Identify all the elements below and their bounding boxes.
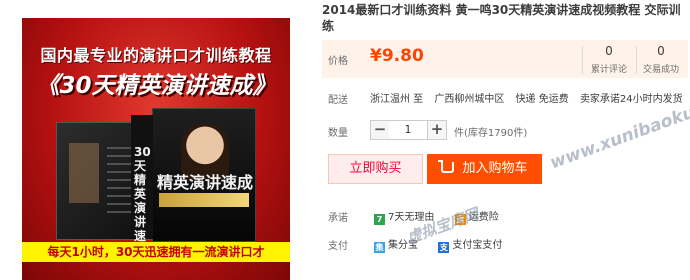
quantity-input[interactable]: 1 <box>389 120 427 140</box>
payment-label: 支付 <box>328 241 348 252</box>
quantity-label: 数量 <box>328 128 348 139</box>
commitment-label: 承诺 <box>328 213 348 224</box>
delivery-promise: 卖家承诺24小时内发货 <box>579 94 683 105</box>
add-to-cart-label: 加入购物车 <box>462 161 528 176</box>
box-cover-text: 精英演讲速成 <box>157 173 254 192</box>
stock-text: 件(库存1790件) <box>454 128 528 139</box>
ship-from: 浙江温州 至 <box>370 94 424 105</box>
dvd-box-front: 30天精英演讲速成 精英演讲速成 <box>131 108 256 257</box>
jifenbao-icon: 集 <box>374 242 385 253</box>
payment-item[interactable]: 支付宝支付 <box>452 240 502 251</box>
shipping-method: 快递 免运费 <box>515 94 569 105</box>
product-main-image[interactable]: 国内最专业的演讲口才训练教程 《30天精英演讲速成》 30天精英演讲速成 精英演… <box>22 18 290 280</box>
box-spine-text: 30天精英演讲速成 <box>134 145 151 257</box>
alipay-icon: 支 <box>438 242 450 253</box>
image-bottom-slogan: 每天1小时，30天迅速拥有一流演讲口才 <box>22 242 290 262</box>
dvd-box-illustration: 30天精英演讲速成 精英演讲速成 <box>56 108 256 257</box>
product-title[interactable]: 2014最新口才训练资料 黄一鸣30天精英演讲速成视频教程 交际训练 <box>322 2 690 34</box>
sales-count: 0 交易成功 <box>642 44 679 75</box>
price-label: 价格 <box>328 56 348 67</box>
product-image-gallery[interactable]: 国内最专业的演讲口才训练教程 《30天精英演讲速成》 30天精英演讲速成 精英演… <box>0 0 300 280</box>
shipping-label: 配送 <box>328 95 348 106</box>
increase-quantity-button[interactable]: + <box>427 120 447 140</box>
cart-icon <box>438 160 455 173</box>
buy-now-button[interactable]: 立即购买 <box>328 154 423 184</box>
decrease-quantity-button[interactable]: − <box>370 120 390 140</box>
image-top-text: 国内最专业的演讲口才训练教程 <box>40 46 272 65</box>
add-to-cart-button[interactable]: 加入购物车 <box>427 154 542 184</box>
price-box: 价格 ¥9.80 0 累计评论 0 交易成功 <box>322 40 688 78</box>
payment-row: 集集分宝 支支付宝支付 <box>374 236 502 253</box>
ship-to-select[interactable]: 广西柳州城中区 <box>434 94 504 105</box>
price-value: ¥9.80 <box>370 46 424 66</box>
review-count[interactable]: 0 累计评论 <box>584 44 634 75</box>
shipping-row: 浙江温州 至 广西柳州城中区 快递 免运费 卖家承诺24小时内发货 <box>370 90 690 105</box>
image-title-text: 《30天精英演讲速成》 <box>36 73 276 99</box>
seven-days-icon: 7 <box>374 214 385 225</box>
